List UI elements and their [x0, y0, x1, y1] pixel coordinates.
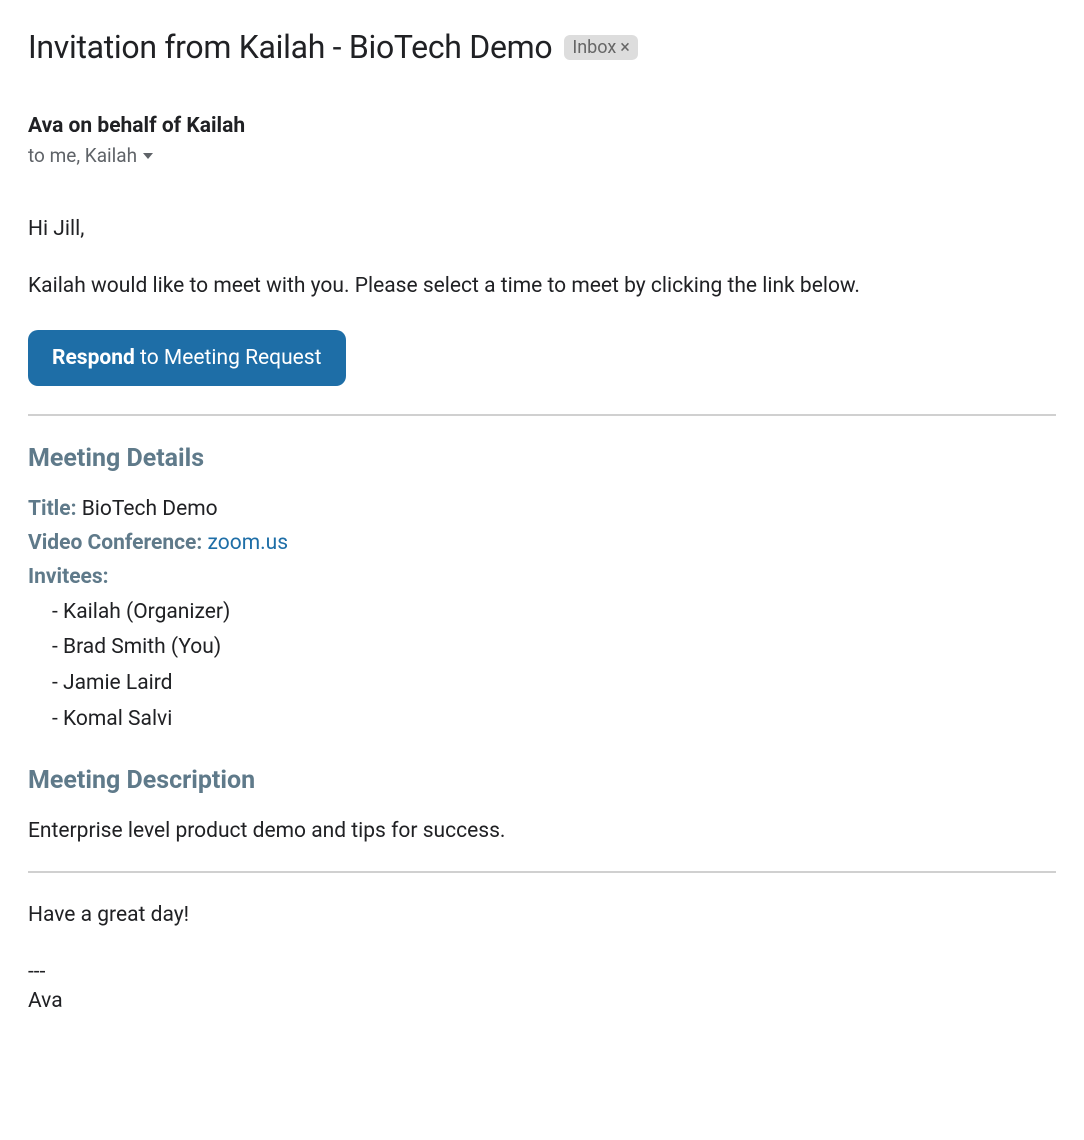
list-item: Kailah (Organizer) [52, 595, 1056, 631]
title-label: Title: [28, 497, 77, 521]
meeting-description-heading: Meeting Description [28, 766, 1056, 795]
signature-dashes: --- [28, 958, 1056, 987]
invitees-list: Kailah (Organizer) Brad Smith (You) Jami… [28, 595, 1056, 738]
inbox-badge[interactable]: Inbox × [564, 35, 638, 60]
list-item: Brad Smith (You) [52, 630, 1056, 666]
list-item: Komal Salvi [52, 702, 1056, 738]
meeting-details-heading: Meeting Details [28, 444, 1056, 473]
video-conf-link[interactable]: zoom.us [208, 531, 289, 555]
invitees-label: Invitees: [28, 565, 1056, 589]
respond-button[interactable]: Respond to Meeting Request [28, 330, 346, 386]
meeting-description-text: Enterprise level product demo and tips f… [28, 819, 1056, 843]
signature-name: Ava [28, 987, 1056, 1016]
email-sender: Ava on behalf of Kailah [28, 114, 1056, 138]
email-greeting: Hi Jill, [28, 215, 1056, 244]
divider [28, 414, 1056, 416]
closing-line: Have a great day! [28, 901, 1056, 930]
email-subject: Invitation from Kailah - BioTech Demo [28, 28, 552, 66]
divider [28, 871, 1056, 873]
title-value-text: BioTech Demo [82, 497, 218, 521]
email-intro: Kailah would like to meet with you. Plea… [28, 272, 1056, 301]
list-item: Jamie Laird [52, 666, 1056, 702]
inbox-badge-label: Inbox [572, 37, 616, 58]
video-conf-label: Video Conference: [28, 531, 202, 555]
respond-button-normal: to Meeting Request [135, 346, 322, 370]
chevron-down-icon[interactable] [143, 153, 153, 159]
recipients-text: to me, Kailah [28, 144, 137, 167]
close-icon[interactable]: × [620, 37, 630, 58]
respond-button-bold: Respond [52, 346, 135, 370]
email-recipients[interactable]: to me, Kailah [28, 144, 1056, 167]
